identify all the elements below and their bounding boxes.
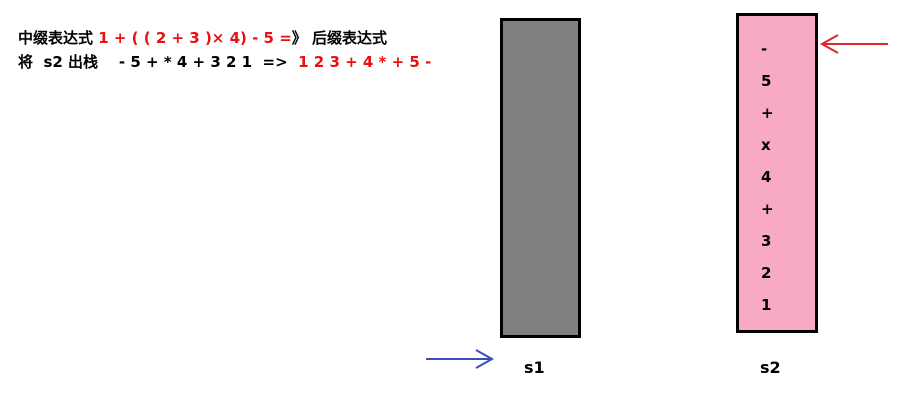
stack-s2-item: 3 [761,232,772,250]
arrow-right-icon [426,349,495,369]
stack-s1-label: s1 [524,358,545,377]
stack-s1 [500,18,581,338]
stack-s2-item: + [761,200,774,218]
stack-s2-item: - [761,40,768,58]
infix-expression: 1 + ( ( 2 + 3 )× 4) - 5 = [98,29,292,47]
stack-s2-label: s2 [760,358,781,377]
stack-s2: - 5 + x 4 +3 2 1 [736,13,818,333]
stack-s2-item: 1 [761,296,772,314]
popped-sequence: - 5 + * 4 + 3 2 1 => [118,53,299,71]
postfix-expression: 1 2 3 + 4 * + 5 - [298,53,432,71]
stack-s2-item: 5 [761,72,772,90]
arrow-left-icon [819,34,888,54]
pop-s2-line: 将 s2 出栈 - 5 + * 4 + 3 2 1 => 1 2 3 + 4 *… [18,52,431,72]
heading-suffix: 后缀表达式 [306,29,388,47]
stack-s2-items: - 5 + x 4 +3 2 1 [739,33,815,321]
stack-s2-item: x [761,136,771,154]
heading-prefix: 中缀表达式 [18,29,99,47]
stack-s2-item: 4 [761,168,772,186]
infix-to-postfix-heading: 中缀表达式 1 + ( ( 2 + 3 )× 4) - 5 =》 后缀表达式 [18,28,387,48]
stack-s2-item: + [761,104,774,122]
stack-s2-item: 2 [761,264,772,282]
pop-instruction: 将 s2 出栈 [18,53,119,71]
conversion-arrow-symbol: 》 [291,29,307,47]
